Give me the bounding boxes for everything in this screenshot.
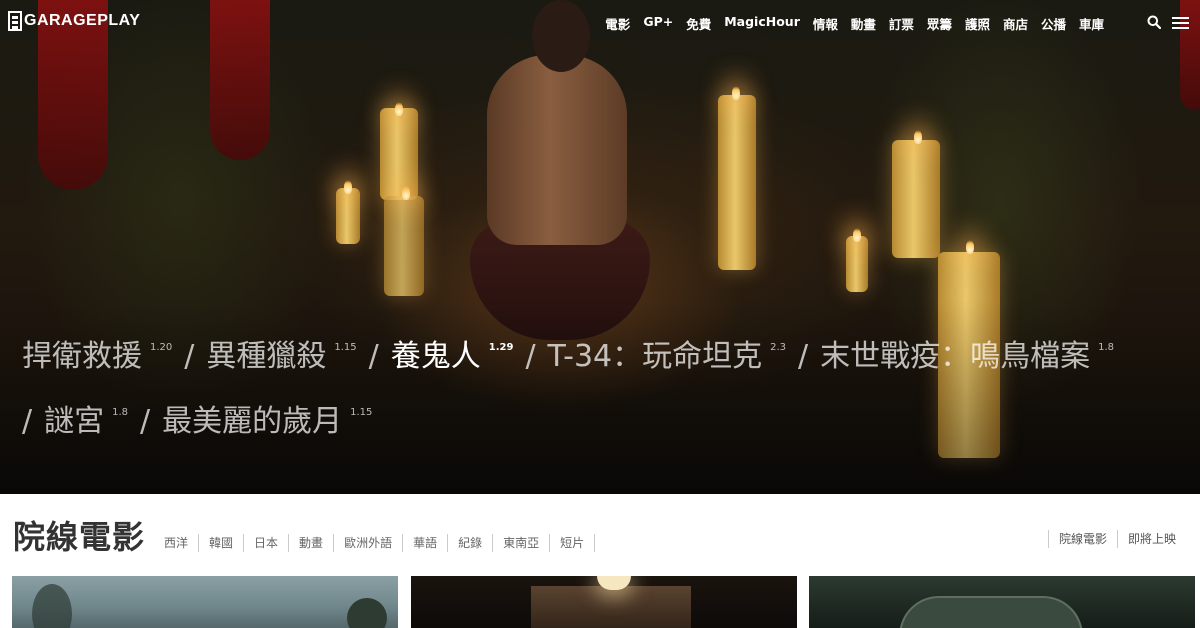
thumbnail-scenery <box>899 596 1083 628</box>
nav-item-movies[interactable]: 電影 <box>605 14 630 33</box>
nav-item-crowdfunding[interactable]: 眾籌 <box>927 14 952 33</box>
now-showing-section: 院線電影 西洋 韓國 日本 動畫 歐洲外語 華語 紀錄 東南亞 短片 院線電影 … <box>0 494 1200 628</box>
nav-item-gp-plus[interactable]: GP+ <box>643 14 673 33</box>
search-icon[interactable] <box>1147 15 1161 29</box>
nav-item-news[interactable]: 情報 <box>813 14 838 33</box>
section-tabs: 院線電影 即將上映 <box>1047 530 1186 548</box>
hero-film-link[interactable]: 謎宮 1.8 <box>44 393 136 458</box>
film-title: 異種獵殺 <box>206 339 327 374</box>
category-animation[interactable]: 動畫 <box>289 534 335 552</box>
category-western[interactable]: 西洋 <box>154 534 200 552</box>
film-release-date: 1.8 <box>112 407 129 418</box>
candle-flame <box>402 186 410 200</box>
movie-thumbnail[interactable] <box>12 576 398 628</box>
category-european[interactable]: 歐洲外語 <box>334 534 404 552</box>
hero-film-link[interactable]: 捍衛救援 1.20 <box>22 328 180 393</box>
category-chinese[interactable]: 華語 <box>403 534 449 552</box>
thumbnail-scenery <box>347 598 387 628</box>
nav-item-public-screening[interactable]: 公播 <box>1041 14 1066 33</box>
candle <box>892 140 940 258</box>
hamburger-menu-icon[interactable] <box>1172 17 1189 29</box>
nav-item-shop[interactable]: 商店 <box>1003 14 1028 33</box>
category-southeast-asia[interactable]: 東南亞 <box>493 534 551 552</box>
main-nav: 電影 GP+ 免費 MagicHour 情報 動畫 訂票 眾籌 護照 商店 公播… <box>592 14 1104 33</box>
thumbnail-scenery <box>531 586 691 628</box>
candle-flame <box>344 180 352 194</box>
hero-film-list: 捍衛救援 1.20 / 異種獵殺 1.15 / 養鬼人 1.29 / T-34：玩命坦克 2.3 / 末… <box>22 328 1192 458</box>
thumbnail-scenery <box>32 584 72 628</box>
candle <box>718 95 756 270</box>
hero-film-link[interactable]: T-34：玩命坦克 2.3 <box>548 328 794 393</box>
film-title: 末世戰疫：鳴鳥檔案 <box>820 339 1091 374</box>
site-logo[interactable]: GARAGEPLAY <box>8 11 140 31</box>
nav-item-passport[interactable]: 護照 <box>965 14 990 33</box>
film-release-date: 1.20 <box>150 342 173 353</box>
candle-flame <box>395 102 403 116</box>
kneeling-figure <box>487 55 627 245</box>
hero-banner[interactable]: 捍衛救援 1.20 / 異種獵殺 1.15 / 養鬼人 1.29 / T-34：玩命坦克 2.3 / 末… <box>0 0 1200 494</box>
top-navigation-bar: GARAGEPLAY 電影 GP+ 免費 MagicHour 情報 動畫 訂票 … <box>0 0 1200 46</box>
film-title: 最美麗的歲月 <box>162 404 343 439</box>
category-short-film[interactable]: 短片 <box>550 534 596 552</box>
film-release-date: 2.3 <box>770 342 787 353</box>
candle-flame <box>853 228 861 242</box>
film-release-date: 1.15 <box>350 407 373 418</box>
movie-thumbnail[interactable] <box>411 576 797 628</box>
film-release-date: 1.29 <box>488 342 514 353</box>
candle <box>384 196 424 296</box>
film-separator: / <box>140 404 151 439</box>
candle <box>336 188 360 244</box>
category-documentary[interactable]: 紀錄 <box>448 534 494 552</box>
film-separator: / <box>184 339 195 374</box>
film-release-date: 1.8 <box>1098 342 1115 353</box>
hero-film-link[interactable]: 末世戰疫：鳴鳥檔案 1.8 <box>820 328 1122 393</box>
film-title: 養鬼人 <box>390 339 481 374</box>
category-filter: 西洋 韓國 日本 動畫 歐洲外語 華語 紀錄 東南亞 短片 <box>154 534 596 552</box>
candle-flame <box>732 86 740 100</box>
candle-flame <box>914 130 922 144</box>
nav-item-tickets[interactable]: 訂票 <box>889 14 914 33</box>
section-title: 院線電影 <box>13 518 146 556</box>
nav-item-free[interactable]: 免費 <box>686 14 711 33</box>
film-release-date: 1.15 <box>334 342 357 353</box>
film-title: T-34：玩命坦克 <box>547 339 763 374</box>
hero-film-link-active[interactable]: 養鬼人 1.29 <box>391 328 522 393</box>
film-separator: / <box>798 339 809 374</box>
film-separator: / <box>22 404 33 439</box>
candle <box>846 236 868 292</box>
film-title: 謎宮 <box>44 404 105 439</box>
tab-now-showing[interactable]: 院線電影 <box>1047 530 1117 548</box>
candle-flame <box>966 240 974 254</box>
candle <box>380 108 418 200</box>
logo-icon <box>8 11 22 31</box>
movie-thumbnail[interactable] <box>809 576 1195 628</box>
logo-text: GARAGEPLAY <box>24 12 141 29</box>
nav-item-magichour[interactable]: MagicHour <box>724 14 800 33</box>
film-title: 捍衛救援 <box>22 339 142 374</box>
category-japanese[interactable]: 日本 <box>244 534 290 552</box>
category-korean[interactable]: 韓國 <box>199 534 245 552</box>
nav-item-animation[interactable]: 動畫 <box>851 14 876 33</box>
hero-film-link[interactable]: 異種獵殺 1.15 <box>206 328 364 393</box>
film-separator: / <box>368 339 379 374</box>
hero-film-link[interactable]: 最美麗的歲月 1.15 <box>162 393 380 458</box>
nav-item-garage[interactable]: 車庫 <box>1079 14 1104 33</box>
film-separator: / <box>525 339 536 374</box>
tab-coming-soon[interactable]: 即將上映 <box>1116 530 1186 548</box>
